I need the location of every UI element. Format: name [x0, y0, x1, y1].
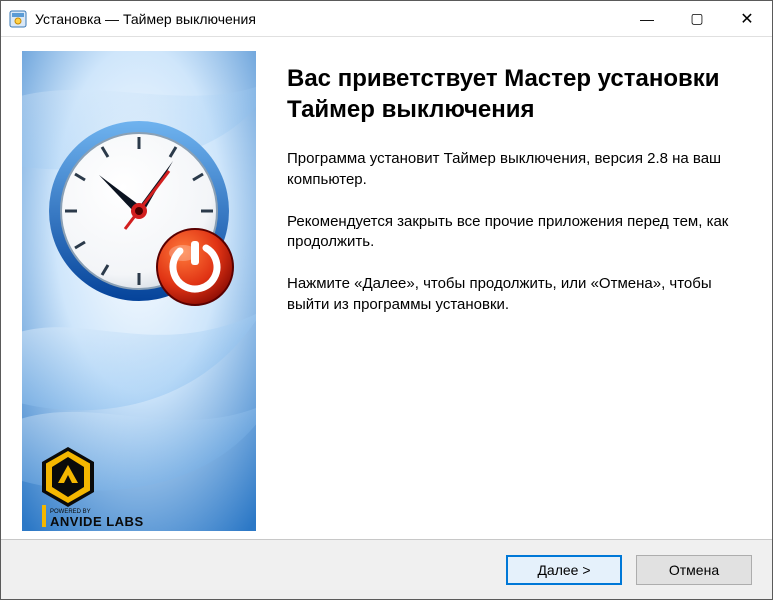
wizard-paragraph-3: Нажмите «Далее», чтобы продолжить, или «… — [287, 274, 744, 315]
minimize-button[interactable]: — — [622, 1, 672, 36]
maximize-button[interactable]: ▢ — [672, 1, 722, 36]
wizard-side-image: POWERED BY ANVIDE LABS — [15, 51, 263, 539]
window-title: Установка — Таймер выключения — [35, 11, 622, 27]
wizard-paragraph-1: Программа установит Таймер выключения, в… — [287, 149, 744, 190]
wizard-main: Вас приветствует Мастер установки Таймер… — [263, 37, 772, 539]
titlebar: Установка — Таймер выключения — ▢ ✕ — [1, 1, 772, 37]
next-button[interactable]: Далее > — [506, 555, 622, 585]
close-button[interactable]: ✕ — [722, 1, 772, 36]
window-controls: — ▢ ✕ — [622, 1, 772, 36]
client-area: POWERED BY ANVIDE LABS Вас приветствует … — [1, 37, 772, 539]
brand-name: ANVIDE LABS — [50, 514, 144, 529]
cancel-button[interactable]: Отмена — [636, 555, 752, 585]
wizard-heading: Вас приветствует Мастер установки Таймер… — [287, 63, 744, 125]
wizard-paragraph-2: Рекомендуется закрыть все прочие приложе… — [287, 212, 744, 253]
wizard-footer: Далее > Отмена — [1, 539, 772, 599]
installer-icon — [9, 10, 27, 28]
installer-window: Установка — Таймер выключения — ▢ ✕ — [0, 0, 773, 600]
